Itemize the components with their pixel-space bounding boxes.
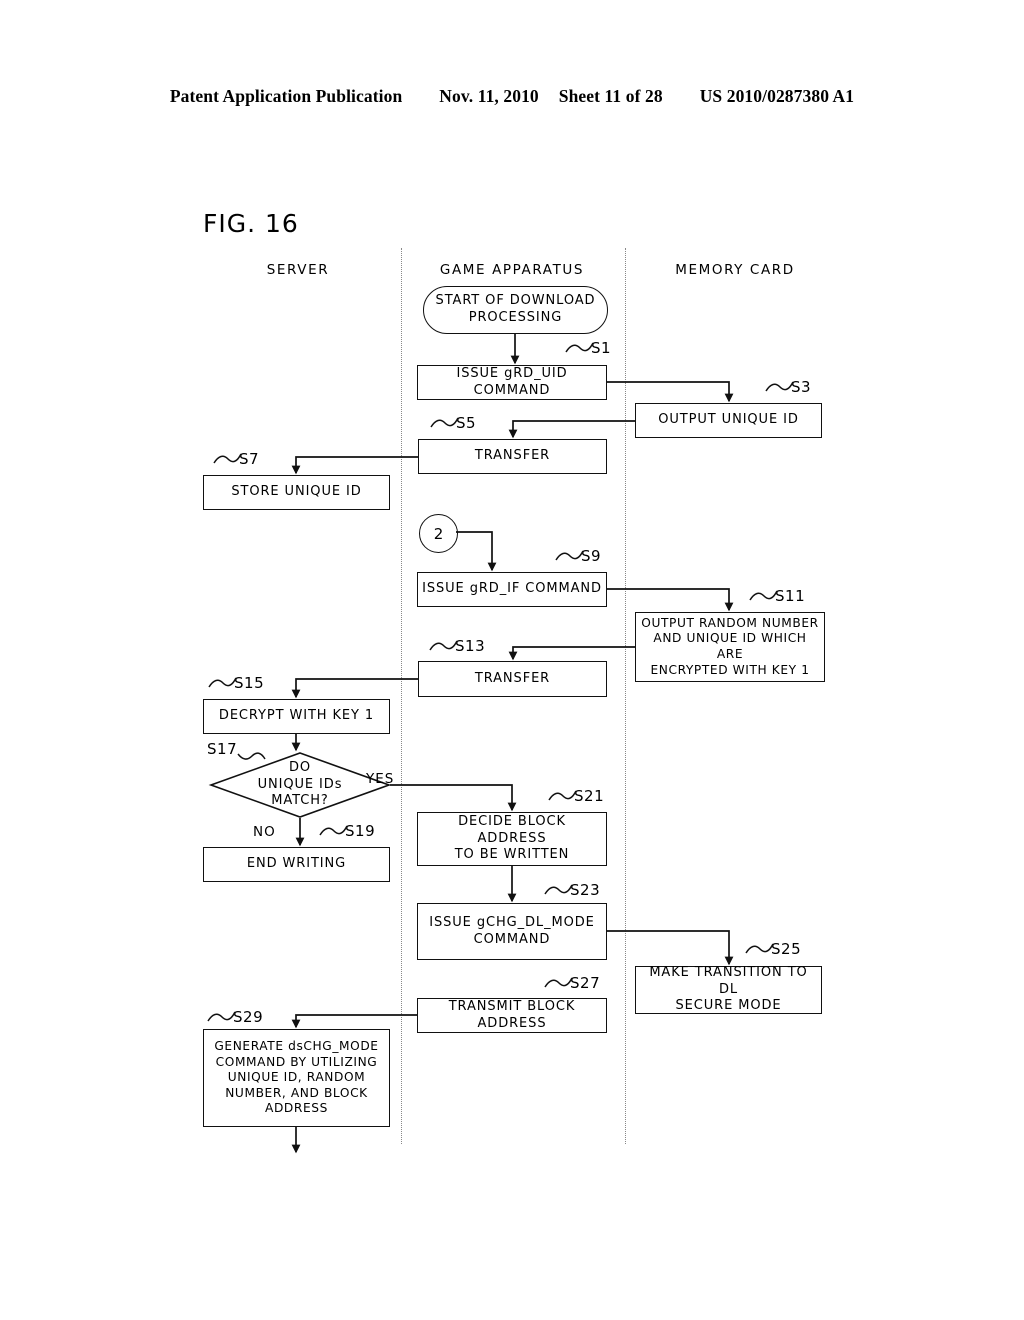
node-start: START OF DOWNLOAD PROCESSING	[423, 286, 608, 334]
branch-label-yes: YES	[366, 771, 395, 787]
node-s9-issue-grd-if-command: ISSUE gRD_IF COMMAND	[417, 572, 607, 607]
lane-header-server: SERVER	[266, 262, 330, 278]
node-s21-decide-block-address: DECIDE BLOCK ADDRESS TO BE WRITTEN	[417, 812, 607, 866]
step-ref-s23: S23	[570, 881, 601, 899]
node-s13-transfer: TRANSFER	[418, 661, 607, 697]
lane-header-memory-card: MEMORY CARD	[675, 262, 795, 278]
lane-header-game-apparatus: GAME APPARATUS	[439, 262, 585, 278]
step-ref-s29: S29	[233, 1008, 264, 1026]
step-ref-s19: S19	[345, 822, 376, 840]
node-s17-label: DO UNIQUE IDs MATCH?	[257, 759, 343, 809]
branch-label-no: NO	[253, 824, 276, 840]
node-s3-output-unique-id: OUTPUT UNIQUE ID	[635, 403, 822, 438]
lane-divider-left	[401, 248, 402, 1144]
node-s23-issue-gchg-dl-mode-command: ISSUE gCHG_DL_MODE COMMAND	[417, 903, 607, 960]
node-s17-decision-unique-ids-match: DO UNIQUE IDs MATCH?	[208, 752, 392, 818]
node-s7-store-unique-id: STORE UNIQUE ID	[203, 475, 390, 510]
lane-divider-right	[625, 248, 626, 1144]
step-ref-s7: S7	[239, 450, 260, 468]
step-ref-s5: S5	[456, 414, 477, 432]
node-s29-generate-dschg-mode-command: GENERATE dsCHG_MODE COMMAND BY UTILIZING…	[203, 1029, 390, 1127]
node-s1-issue-grd-uid-command: ISSUE gRD_UID COMMAND	[417, 365, 607, 400]
step-ref-s11: S11	[775, 587, 806, 605]
step-ref-s25: S25	[771, 940, 802, 958]
node-s11-output-random-number: OUTPUT RANDOM NUMBER AND UNIQUE ID WHICH…	[635, 612, 825, 682]
step-ref-s27: S27	[570, 974, 601, 992]
step-ref-s17: S17	[207, 740, 238, 758]
flow-connectors	[207, 334, 794, 1154]
node-s25-make-transition-dl-secure-mode: MAKE TRANSITION TO DL SECURE MODE	[635, 965, 822, 1014]
step-ref-s9: S9	[581, 547, 602, 565]
node-s5-transfer: TRANSFER	[418, 439, 607, 474]
figure-title: FIG. 16	[203, 209, 299, 238]
node-s15-decrypt-with-key-1: DECRYPT WITH KEY 1	[203, 699, 390, 734]
node-s19-end-writing: END WRITING	[203, 847, 390, 882]
step-ref-s15: S15	[234, 674, 265, 692]
step-ref-s3: S3	[791, 378, 812, 396]
step-ref-s1: S1	[591, 339, 612, 357]
connector-circle-2: 2	[419, 514, 458, 553]
step-ref-s13: S13	[455, 637, 486, 655]
step-ref-s21: S21	[574, 787, 605, 805]
figure-16: FIG. 16 SERVER GAME APPARATUS MEMORY CAR…	[0, 0, 1024, 1320]
node-s27-transmit-block-address: TRANSMIT BLOCK ADDRESS	[417, 998, 607, 1033]
